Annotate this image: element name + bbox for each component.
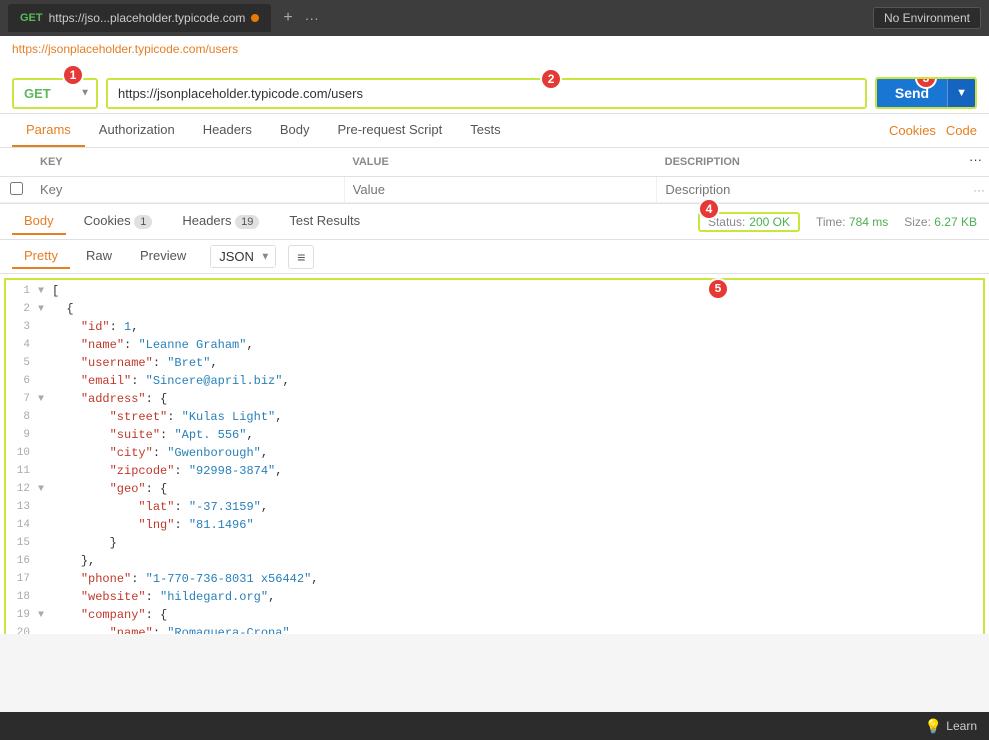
annotation-badge-4: 4 [698,198,720,220]
resp-tab-test-results[interactable]: Test Results [277,208,372,235]
time-info: Time: 784 ms [816,215,888,229]
tab-body[interactable]: Body [266,114,324,147]
resp-tab-body[interactable]: Body [12,208,66,235]
col-action-header: ··· [969,152,989,172]
json-line: 18 "website": "hildegard.org", [6,590,983,608]
format-select-wrapper: JSON Text HTML XML [210,245,276,268]
json-line: 19 ▼ "company": { [6,608,983,626]
tab-method-badge: GET [20,12,43,24]
param-value-input[interactable] [344,177,657,202]
json-line: 10 "city": "Gwenborough", [6,446,983,464]
json-line: 4 "name": "Leanne Graham", [6,338,983,356]
col-key-header: KEY [32,152,344,172]
col-value-header: VALUE [344,152,656,172]
row-delete-action[interactable]: ··· [969,179,989,201]
view-controls-row: Pretty Raw Preview JSON Text HTML XML ≡ [0,240,989,274]
format-select[interactable]: JSON Text HTML XML [211,246,275,267]
size-label: Size: [904,215,931,229]
bottom-bar: 💡 Learn [0,712,989,740]
url-bar-area: https://jsonplaceholder.typicode.com/use… [0,36,989,114]
json-line: 1 ▼ [ [6,284,983,302]
row-checkbox[interactable] [0,182,32,198]
tab-more-button[interactable]: ··· [305,10,319,26]
size-info: Size: 6.27 KB [904,215,977,229]
json-line: 8 "street": "Kulas Light", [6,410,983,428]
params-header-row: KEY VALUE DESCRIPTION ··· [0,148,989,177]
params-data-row: ··· [0,177,989,203]
request-row: GET POST PUT PATCH DELETE 2 3 Send ▼ [12,77,977,109]
no-environment-button[interactable]: No Environment [873,7,981,29]
breadcrumb: https://jsonplaceholder.typicode.com/use… [12,42,977,56]
learn-icon: 💡 [925,718,942,735]
json-code: 1 ▼ [ 2 ▼ { 3 "id": 1, 4 "name": "Leanne… [6,280,983,634]
annotation-badge-1: 1 [62,64,84,86]
tab-headers[interactable]: Headers [189,114,266,147]
json-line: 11 "zipcode": "92998-3874", [6,464,983,482]
time-value: 784 ms [849,215,888,229]
tabs-row-right: Cookies Code [889,123,977,138]
json-line: 6 "email": "Sincere@april.biz", [6,374,983,392]
json-line: 17 "phone": "1-770-736-8031 x56442", [6,572,983,590]
tab-tests[interactable]: Tests [456,114,514,147]
time-label: Time: [816,215,846,229]
json-line: 13 "lat": "-37.3159", [6,500,983,518]
tab-pre-request-script[interactable]: Pre-request Script [323,114,456,147]
cookies-count-badge: 1 [134,215,152,229]
size-value: 6.27 KB [934,215,977,229]
view-tab-preview[interactable]: Preview [128,244,198,269]
param-checkbox[interactable] [10,182,23,195]
json-line: 14 "lng": "81.1496" [6,518,983,536]
json-line: 3 "id": 1, [6,320,983,338]
json-viewer[interactable]: 5 1 ▼ [ 2 ▼ { 3 "id": 1, 4 "na [0,274,989,634]
col-check-header [0,152,32,172]
new-tab-button[interactable]: + [283,9,292,27]
annotation-badge-2: 2 [540,68,562,90]
learn-label: Learn [946,719,977,733]
tab-unsaved-dot [251,14,259,22]
tab-authorization[interactable]: Authorization [85,114,189,147]
tab-url-text: https://jso...placeholder.typicode.com [49,11,246,25]
code-link[interactable]: Code [946,123,977,138]
headers-count-badge: 19 [235,215,259,229]
url-input[interactable] [108,80,865,107]
json-line: 5 "username": "Bret", [6,356,983,374]
json-line: 7 ▼ "address": { [6,392,983,410]
json-highlight-box: 1 ▼ [ 2 ▼ { 3 "id": 1, 4 "name": "Leanne… [4,278,985,634]
send-button[interactable]: Send [877,79,947,107]
status-info: 4 Status: 200 OK Time: 784 ms Size: 6.27… [698,212,977,232]
url-input-wrapper: 2 [106,78,867,109]
col-description-header: DESCRIPTION [657,152,969,172]
params-table: KEY VALUE DESCRIPTION ··· ··· [0,148,989,204]
tab-params[interactable]: Params [12,114,85,147]
method-selector-wrapper: GET POST PUT PATCH DELETE [12,78,98,109]
view-tab-raw[interactable]: Raw [74,244,124,269]
json-line: 16 }, [6,554,983,572]
annotation-badge-5: 5 [707,278,729,300]
status-value: 200 OK [749,215,790,229]
send-dropdown-button[interactable]: ▼ [947,79,975,107]
json-line: 20 "name": "Romaguera-Crona", [6,626,983,634]
json-line: 2 ▼ { [6,302,983,320]
cookies-link[interactable]: Cookies [889,123,936,138]
learn-link[interactable]: 💡 Learn [925,718,977,735]
method-select[interactable]: GET POST PUT PATCH DELETE [14,80,96,107]
active-tab[interactable]: GET https://jso...placeholder.typicode.c… [8,4,271,32]
top-bar-right: No Environment [873,7,981,29]
param-key-input[interactable] [32,177,344,202]
wrap-button[interactable]: ≡ [288,245,314,269]
response-tabs-row: Body Cookies 1 Headers 19 Test Results 4… [0,204,989,240]
resp-tab-headers[interactable]: Headers 19 [170,208,271,235]
json-line: 15 } [6,536,983,554]
json-line: 12 ▼ "geo": { [6,482,983,500]
resp-tab-cookies[interactable]: Cookies 1 [72,208,165,235]
request-tabs-row: Params Authorization Headers Body Pre-re… [0,114,989,148]
top-bar: GET https://jso...placeholder.typicode.c… [0,0,989,36]
view-tab-pretty[interactable]: Pretty [12,244,70,269]
json-line: 9 "suite": "Apt. 556", [6,428,983,446]
send-button-wrapper: 3 Send ▼ [875,77,977,109]
